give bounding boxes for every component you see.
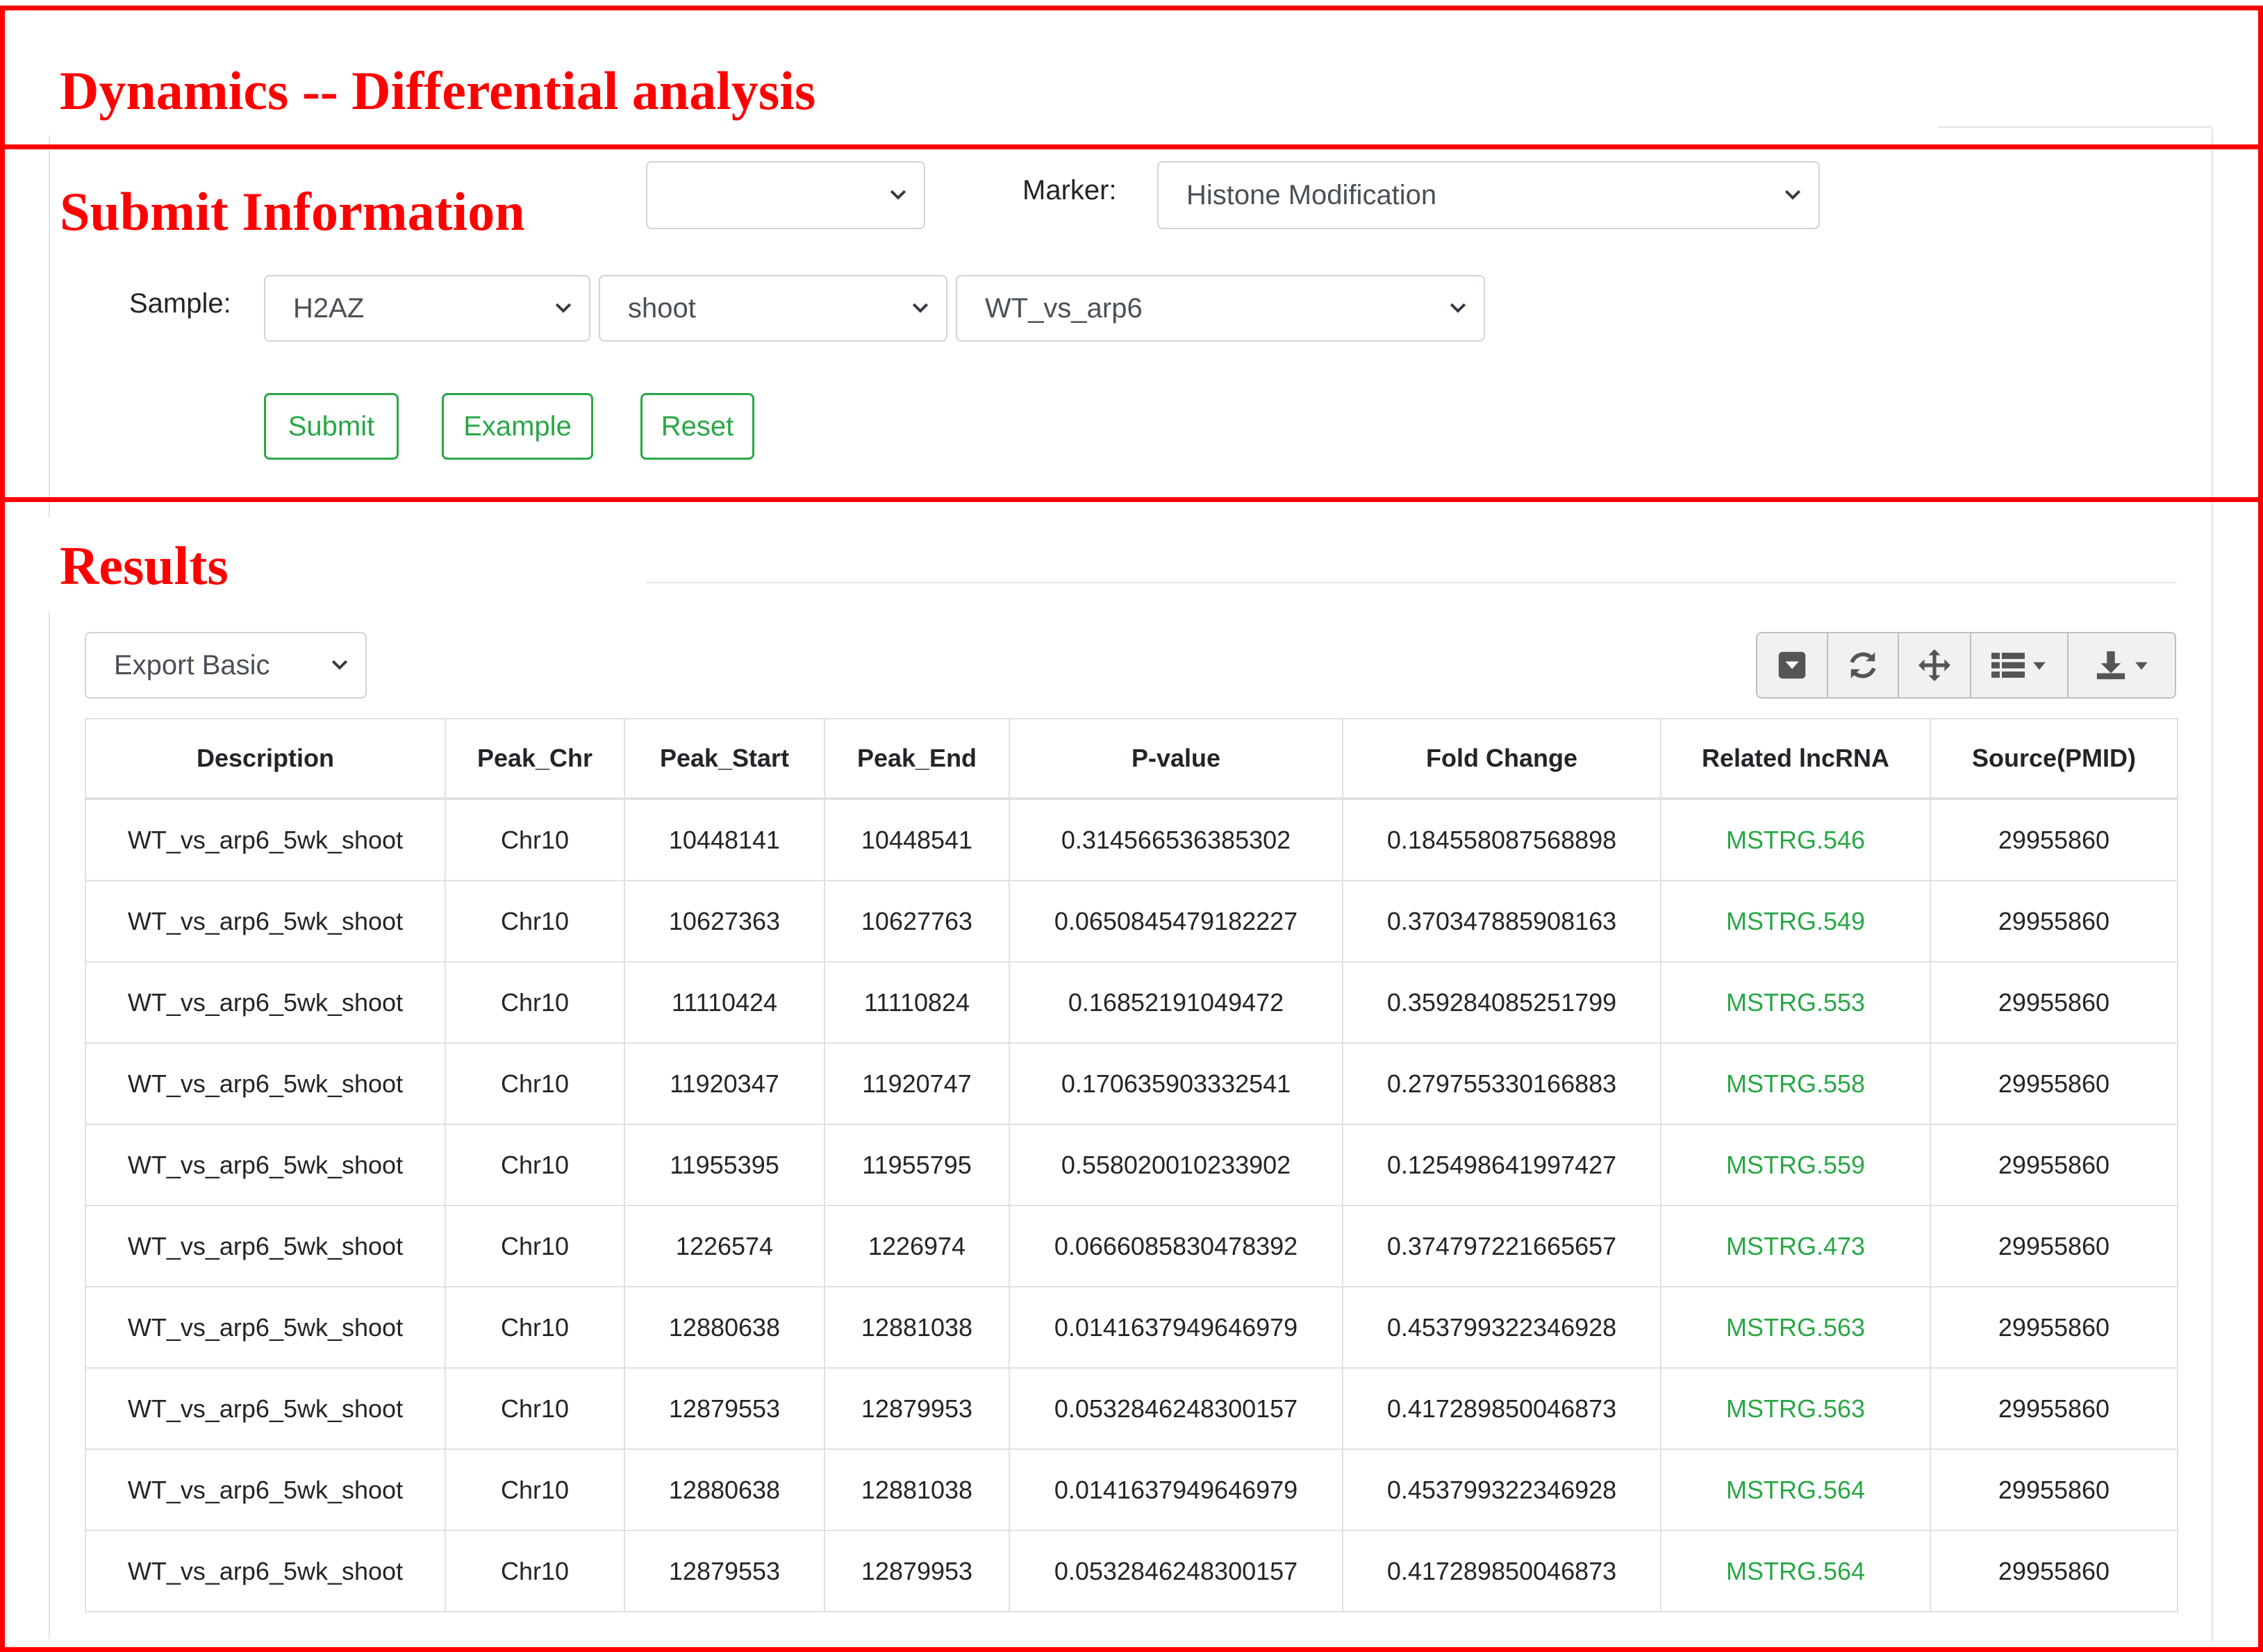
submit-annotation-title: Submit Information: [60, 181, 525, 242]
header-annotation-title: Dynamics -- Differential analysis: [60, 60, 816, 121]
results-annotation-box: [0, 497, 2263, 1652]
results-annotation-title: Results: [60, 535, 229, 596]
